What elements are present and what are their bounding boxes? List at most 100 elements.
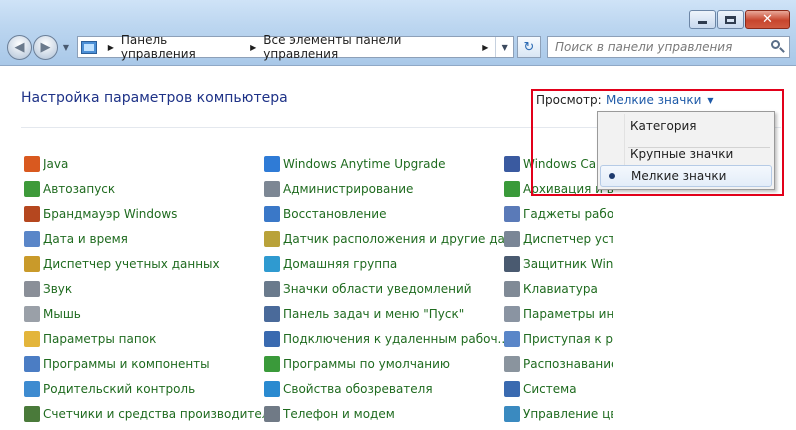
control-panel-item[interactable]: Параметры индексирования [504, 305, 744, 323]
control-panel-item-label: Гаджеты рабочего стола [523, 207, 613, 221]
programs-icon [24, 356, 40, 372]
control-panel-item-label: Программы и компоненты [43, 357, 210, 371]
control-panel-item[interactable]: Параметры папок [24, 330, 264, 348]
control-panel-item[interactable]: Мышь [24, 305, 264, 323]
control-panel-item[interactable]: Счетчики и средства производител... [24, 405, 264, 423]
backup-icon [504, 181, 520, 197]
admin-icon [264, 181, 280, 197]
credential-icon [24, 256, 40, 272]
control-panel-item-label: Панель задач и меню "Пуск" [283, 307, 465, 321]
control-panel-item-label: Параметры папок [43, 332, 157, 346]
control-panel-item[interactable]: Гаджеты рабочего стола [504, 205, 744, 223]
mouse-icon [24, 306, 40, 322]
control-panel-item[interactable]: Датчик расположения и другие дат... [264, 230, 504, 248]
color-management-icon [504, 406, 520, 422]
control-panel-item[interactable]: Администрирование [264, 180, 504, 198]
control-panel-item[interactable]: Телефон и модем [264, 405, 504, 423]
page-title: Настройка параметров компьютера [21, 90, 288, 106]
control-panel-item[interactable]: Дата и время [24, 230, 264, 248]
control-panel-item[interactable]: Программы по умолчанию [264, 355, 504, 373]
taskbar-icon [264, 306, 280, 322]
search-input[interactable] [555, 38, 768, 56]
control-panel-item[interactable]: Родительский контроль [24, 380, 264, 398]
windows-icon [264, 156, 280, 172]
address-bar[interactable]: ▶ Панель управления ▶ Все элементы панел… [77, 33, 514, 61]
maximize-icon [725, 15, 736, 24]
gadgets-icon [504, 206, 520, 222]
breadcrumb-arrow-icon[interactable]: ▶ [108, 43, 114, 52]
maximize-button[interactable] [717, 10, 744, 29]
minimize-button[interactable] [689, 10, 716, 29]
chevron-down-icon: ▼ [62, 43, 70, 52]
control-panel-item[interactable]: Распознавание речи [504, 355, 744, 373]
control-panel-item-label: Родительский контроль [43, 382, 196, 396]
control-panel-item[interactable]: Подключения к удаленным рабоч... [264, 330, 504, 348]
control-panel-item-label: Мышь [43, 307, 81, 321]
control-panel-item-label: Значки области уведомлений [283, 282, 472, 296]
keyboard-icon [504, 281, 520, 297]
folder-icon [24, 331, 40, 347]
control-panel-item[interactable]: Домашняя группа [264, 255, 504, 273]
breadcrumb-all-items[interactable]: Все элементы панели управления [263, 33, 475, 61]
control-panel-item[interactable]: Автозапуск [24, 180, 264, 198]
control-panel-item[interactable]: Восстановление [264, 205, 504, 223]
chevron-down-icon: ▼ [501, 42, 508, 52]
back-arrow-icon: ◀ [14, 40, 25, 55]
breadcrumb-arrow-icon[interactable]: ▶ [482, 43, 488, 52]
recovery-icon [264, 206, 280, 222]
control-panel-item[interactable]: Система [504, 380, 744, 398]
control-panel-item-label: Автозапуск [43, 182, 116, 196]
control-panel-item-label: Java [43, 157, 69, 171]
refresh-button[interactable]: ↻ [517, 36, 541, 58]
close-button[interactable]: ✕ [745, 10, 790, 29]
java-icon [24, 156, 40, 172]
homegroup-icon [264, 256, 280, 272]
caption-buttons: ✕ [689, 10, 790, 29]
window-frame: ✕ ◀ ▶ ▼ ▶ Панель управления ▶ Все элемен… [0, 0, 796, 66]
breadcrumb-control-panel[interactable]: Панель управления [121, 33, 243, 61]
forward-button[interactable]: ▶ [33, 35, 58, 60]
refresh-icon: ↻ [523, 39, 535, 55]
microphone-icon [504, 356, 520, 372]
control-panel-item[interactable]: Управление цветом [504, 405, 744, 423]
control-panel-item[interactable]: Windows Anytime Upgrade [264, 155, 504, 173]
control-panel-item[interactable]: Значки области уведомлений [264, 280, 504, 298]
control-panel-item-label: Восстановление [283, 207, 387, 221]
control-panel-item-label: Брандмауэр Windows [43, 207, 178, 221]
phone-icon [264, 406, 280, 422]
control-panel-item[interactable]: Приступая к работе [504, 330, 744, 348]
control-panel-item[interactable]: Диспетчер устройств [504, 230, 744, 248]
control-panel-item-label: Параметры индексирования [523, 307, 613, 321]
control-panel-item[interactable]: Брандмауэр Windows [24, 205, 264, 223]
control-panel-item[interactable]: Защитник Windows [504, 255, 744, 273]
control-panel-item[interactable]: Клавиатура [504, 280, 744, 298]
breadcrumb-arrow-icon[interactable]: ▶ [250, 43, 256, 52]
control-panel-item[interactable]: Звук [24, 280, 264, 298]
control-panel-item-label: Датчик расположения и другие дат... [283, 232, 504, 246]
remote-icon [264, 331, 280, 347]
control-panel-item-label: Приступая к работе [523, 332, 613, 346]
history-dropdown[interactable]: ▼ [60, 43, 72, 52]
back-button[interactable]: ◀ [7, 35, 32, 60]
close-icon: ✕ [762, 12, 773, 27]
default-programs-icon [264, 356, 280, 372]
control-panel-item[interactable]: Программы и компоненты [24, 355, 264, 373]
control-panel-item-label: Защитник Windows [523, 257, 613, 271]
control-panel-item[interactable]: Диспетчер учетных данных [24, 255, 264, 273]
clock-icon [24, 231, 40, 247]
control-panel-item-label: Система [523, 382, 577, 396]
highlight-frame [531, 89, 784, 196]
speaker-icon [24, 281, 40, 297]
control-panel-item-label: Клавиатура [523, 282, 598, 296]
control-panel-item-label: Управление цветом [523, 407, 613, 421]
control-panel-item[interactable]: Свойства обозревателя [264, 380, 504, 398]
control-panel-item[interactable]: Панель задач и меню "Пуск" [264, 305, 504, 323]
search-icon[interactable] [768, 38, 786, 56]
control-panel-item-label: Диспетчер устройств [523, 232, 613, 246]
search-box [547, 36, 790, 58]
control-panel-item-label: Звук [43, 282, 73, 296]
defender-icon [504, 256, 520, 272]
address-dropdown-button[interactable]: ▼ [495, 37, 513, 57]
getting-started-icon [504, 331, 520, 347]
control-panel-item[interactable]: Java [24, 155, 264, 173]
